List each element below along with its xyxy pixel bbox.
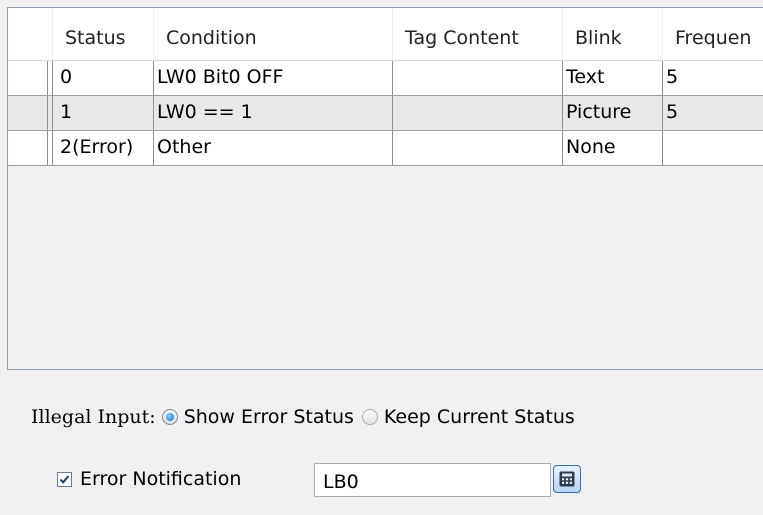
row-selector[interactable] xyxy=(8,131,53,165)
table-header: Status Condition Tag Content Blink Frequ… xyxy=(8,8,763,61)
keep-current-status-option[interactable]: Keep Current Status xyxy=(384,406,575,428)
header-tag-content[interactable]: Tag Content xyxy=(393,8,563,60)
header-frequency[interactable]: Frequen xyxy=(663,8,763,60)
cell-blink[interactable]: Text xyxy=(563,61,663,95)
radio-unselected-icon[interactable] xyxy=(361,409,378,425)
table-row[interactable]: 1 LW0 == 1 Picture 5 xyxy=(8,96,763,131)
cell-tag-content[interactable] xyxy=(393,96,563,130)
header-row-selector xyxy=(8,8,53,60)
radio-selected-icon[interactable] xyxy=(161,409,178,425)
illegal-input-group: Illegal Input: Show Error Status Keep Cu… xyxy=(31,402,583,432)
header-condition[interactable]: Condition xyxy=(154,8,393,60)
error-notification-checkbox[interactable] xyxy=(57,471,72,487)
cell-frequency[interactable]: 5 xyxy=(663,96,763,130)
cell-frequency[interactable]: 5 xyxy=(663,61,763,95)
table-row[interactable]: 0 LW0 Bit0 OFF Text 5 xyxy=(8,61,763,96)
cell-frequency[interactable] xyxy=(663,131,763,165)
row-selector[interactable] xyxy=(8,61,53,95)
cell-tag-content[interactable] xyxy=(393,61,563,95)
cell-status[interactable]: 1 xyxy=(53,96,154,130)
cell-condition[interactable]: LW0 == 1 xyxy=(154,96,393,130)
cell-blink[interactable]: None xyxy=(563,131,663,165)
error-notification-address-input[interactable] xyxy=(314,463,551,497)
table-empty-area xyxy=(8,166,763,369)
header-status[interactable]: Status xyxy=(53,8,154,60)
row-selector[interactable] xyxy=(8,96,53,130)
error-notification-label: Error Notification xyxy=(80,468,242,490)
header-blink[interactable]: Blink xyxy=(563,8,663,60)
cell-blink[interactable]: Picture xyxy=(563,96,663,130)
table-row[interactable]: 2(Error) Other None xyxy=(8,131,763,166)
cell-status[interactable]: 0 xyxy=(53,61,154,95)
show-error-status-option[interactable]: Show Error Status xyxy=(184,406,354,428)
error-notification-group: Error Notification xyxy=(57,462,241,496)
cell-condition[interactable]: LW0 Bit0 OFF xyxy=(154,61,393,95)
checkmark-icon xyxy=(59,474,70,484)
cell-tag-content[interactable] xyxy=(393,131,563,165)
calculator-button[interactable] xyxy=(553,465,581,493)
status-table: Status Condition Tag Content Blink Frequ… xyxy=(7,7,763,370)
calculator-icon xyxy=(559,471,575,487)
cell-status[interactable]: 2(Error) xyxy=(53,131,154,165)
illegal-input-label: Illegal Input: xyxy=(31,406,156,428)
cell-condition[interactable]: Other xyxy=(154,131,393,165)
